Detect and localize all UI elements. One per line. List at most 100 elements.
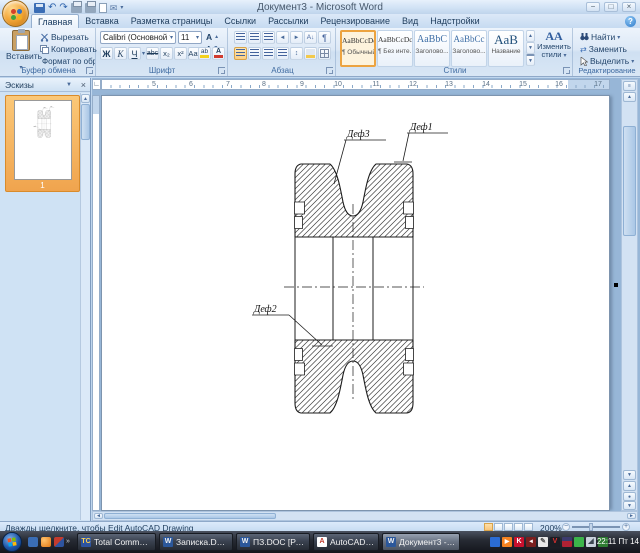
- styles-scroll-down-icon[interactable]: ▼: [526, 42, 535, 54]
- zoom-out-button[interactable]: −: [562, 523, 570, 531]
- sort-button[interactable]: А↓: [304, 31, 317, 44]
- qat-customize-icon[interactable]: ▾: [120, 4, 123, 11]
- start-button[interactable]: [2, 532, 22, 552]
- show-marks-button[interactable]: ¶: [318, 31, 331, 44]
- antivirus-tray-icon[interactable]: K: [514, 537, 524, 547]
- font-color-button[interactable]: А: [212, 47, 225, 60]
- superscript-button[interactable]: x²: [174, 47, 188, 60]
- taskbar-clock[interactable]: 22:11 Пт 14: [597, 537, 639, 546]
- borders-button[interactable]: [318, 47, 331, 60]
- quicklaunch-icon-1[interactable]: [28, 537, 38, 547]
- view-outline-button[interactable]: [514, 523, 523, 531]
- save-icon[interactable]: [34, 2, 45, 13]
- quicklaunch-overflow-icon[interactable]: »: [66, 537, 72, 547]
- close-button[interactable]: ×: [622, 2, 636, 12]
- panel-scroll-up-icon[interactable]: ▲: [81, 94, 90, 103]
- vertical-scrollbar[interactable]: ≡ ▲ ▼ ▲ ● ▼: [621, 79, 638, 511]
- view-web-button[interactable]: [504, 523, 513, 531]
- style-heading2[interactable]: AaBbCc Заголово...: [451, 30, 487, 67]
- taskbar-button-pz-doc[interactable]: W ПЗ.DOC [Режим огра...: [236, 533, 310, 551]
- autocad-drawing[interactable]: Деф3 Деф1 Деф2: [101, 95, 610, 511]
- scroll-down-icon[interactable]: ▼: [623, 470, 636, 480]
- vertical-scroll-thumb[interactable]: [623, 126, 636, 236]
- copy-button[interactable]: Копировать: [38, 43, 99, 55]
- help-icon[interactable]: ?: [625, 16, 636, 27]
- tab-mailings[interactable]: Рассылки: [262, 14, 314, 28]
- pencil-tray-icon[interactable]: ✎: [538, 537, 548, 547]
- cut-button[interactable]: Вырезать: [38, 31, 91, 43]
- object-anchor-dot[interactable]: [614, 283, 618, 287]
- font-family-combo[interactable]: Calibri (Основной те▾: [100, 31, 176, 44]
- shading-button[interactable]: [304, 47, 317, 60]
- underline-button[interactable]: Ч: [128, 47, 141, 60]
- view-print-layout-button[interactable]: [484, 523, 493, 531]
- undo-icon[interactable]: ↶: [48, 2, 56, 13]
- quick-print-icon[interactable]: [84, 0, 96, 13]
- flag-tray-icon[interactable]: [562, 537, 572, 547]
- bold-button[interactable]: Ж: [100, 47, 113, 60]
- subscript-button[interactable]: x₂: [160, 47, 174, 60]
- clipboard-dialog-launcher-icon[interactable]: [86, 67, 93, 74]
- style-normal[interactable]: AaBbCcDc ¶ Обычный: [340, 30, 376, 67]
- decrease-indent-button[interactable]: ◄: [276, 31, 289, 44]
- email-icon[interactable]: ✉: [110, 3, 118, 13]
- numbering-button[interactable]: [248, 31, 261, 44]
- tab-review[interactable]: Рецензирование: [314, 14, 396, 28]
- panel-close-icon[interactable]: ×: [81, 78, 86, 92]
- multilevel-list-button[interactable]: [262, 31, 275, 44]
- tab-view[interactable]: Вид: [396, 14, 424, 28]
- horizontal-ruler[interactable]: 5 6 7 8 9 10 11 12 13 14 15 16 17: [101, 79, 610, 90]
- page-thumbnail[interactable]: 1: [5, 95, 80, 192]
- horizontal-scroll-thumb[interactable]: [104, 513, 276, 519]
- replace-button[interactable]: ⇄ Заменить: [578, 43, 629, 55]
- taskbar-button-zapiska-doc[interactable]: W Записка.DOC [Режим...: [159, 533, 233, 551]
- print-icon[interactable]: [70, 0, 82, 13]
- display-tray-icon[interactable]: [574, 537, 584, 547]
- tab-home[interactable]: Главная: [31, 14, 80, 28]
- style-no-spacing[interactable]: AaBbCcDc ¶ Без инте...: [377, 30, 413, 67]
- zoom-in-button[interactable]: +: [622, 523, 630, 531]
- styles-dialog-launcher-icon[interactable]: [563, 67, 570, 74]
- minimize-button[interactable]: −: [586, 2, 600, 12]
- tab-references[interactable]: Ссылки: [218, 14, 262, 28]
- taskbar-button-document3[interactable]: W Документ3 - Microsof...: [382, 533, 460, 551]
- font-size-combo[interactable]: 11 ▾: [178, 31, 202, 44]
- align-right-button[interactable]: [262, 47, 275, 60]
- tab-selector-box[interactable]: ∟: [92, 79, 101, 90]
- previous-page-icon[interactable]: ▲: [623, 481, 636, 491]
- increase-indent-button[interactable]: ►: [290, 31, 303, 44]
- styles-gallery-more-icon[interactable]: ▼: [526, 54, 535, 66]
- paragraph-dialog-launcher-icon[interactable]: [326, 67, 333, 74]
- tab-addins[interactable]: Надстройки: [424, 14, 485, 28]
- zoom-slider-track[interactable]: [572, 526, 620, 528]
- messenger-tray-icon[interactable]: [490, 537, 500, 547]
- redo-icon[interactable]: ↷: [59, 2, 67, 13]
- view-draft-button[interactable]: [524, 523, 533, 531]
- scroll-left-icon[interactable]: ◄: [94, 513, 103, 519]
- taskbar-button-autocad[interactable]: A AutoCAD 2007 - [Чер...: [313, 533, 379, 551]
- vertical-ruler[interactable]: [92, 95, 100, 511]
- italic-button[interactable]: К: [114, 47, 127, 60]
- tab-insert[interactable]: Вставка: [79, 14, 124, 28]
- scroll-up-icon[interactable]: ▲: [623, 92, 636, 102]
- maximize-button[interactable]: □: [604, 2, 618, 12]
- media-player-tray-icon[interactable]: ▶: [502, 537, 512, 547]
- font-dialog-launcher-icon[interactable]: [218, 67, 225, 74]
- bullets-button[interactable]: [234, 31, 247, 44]
- panel-scroll-thumb[interactable]: [81, 104, 90, 140]
- find-button[interactable]: Найти ▾: [578, 31, 622, 43]
- paste-button[interactable]: Вставить ▾: [6, 29, 42, 71]
- volume-tray-icon[interactable]: ◢: [586, 537, 596, 547]
- styles-scroll-up-icon[interactable]: ▲: [526, 30, 535, 42]
- underline-dropdown-icon[interactable]: ▾: [142, 50, 145, 57]
- panel-scrollbar[interactable]: ▲: [80, 93, 90, 520]
- horizontal-scrollbar[interactable]: ◄ ►: [92, 511, 638, 521]
- strikethrough-button[interactable]: abc: [146, 47, 160, 60]
- style-heading1[interactable]: AaBbC Заголово...: [414, 30, 450, 67]
- quicklaunch-icon-2[interactable]: [41, 537, 51, 547]
- align-center-button[interactable]: [248, 47, 261, 60]
- justify-button[interactable]: [276, 47, 289, 60]
- style-title[interactable]: AaB Название: [488, 30, 524, 67]
- taskbar-button-total-commander[interactable]: TC Total Commander 7.0...: [77, 533, 156, 551]
- view-fullscreen-button[interactable]: [494, 523, 503, 531]
